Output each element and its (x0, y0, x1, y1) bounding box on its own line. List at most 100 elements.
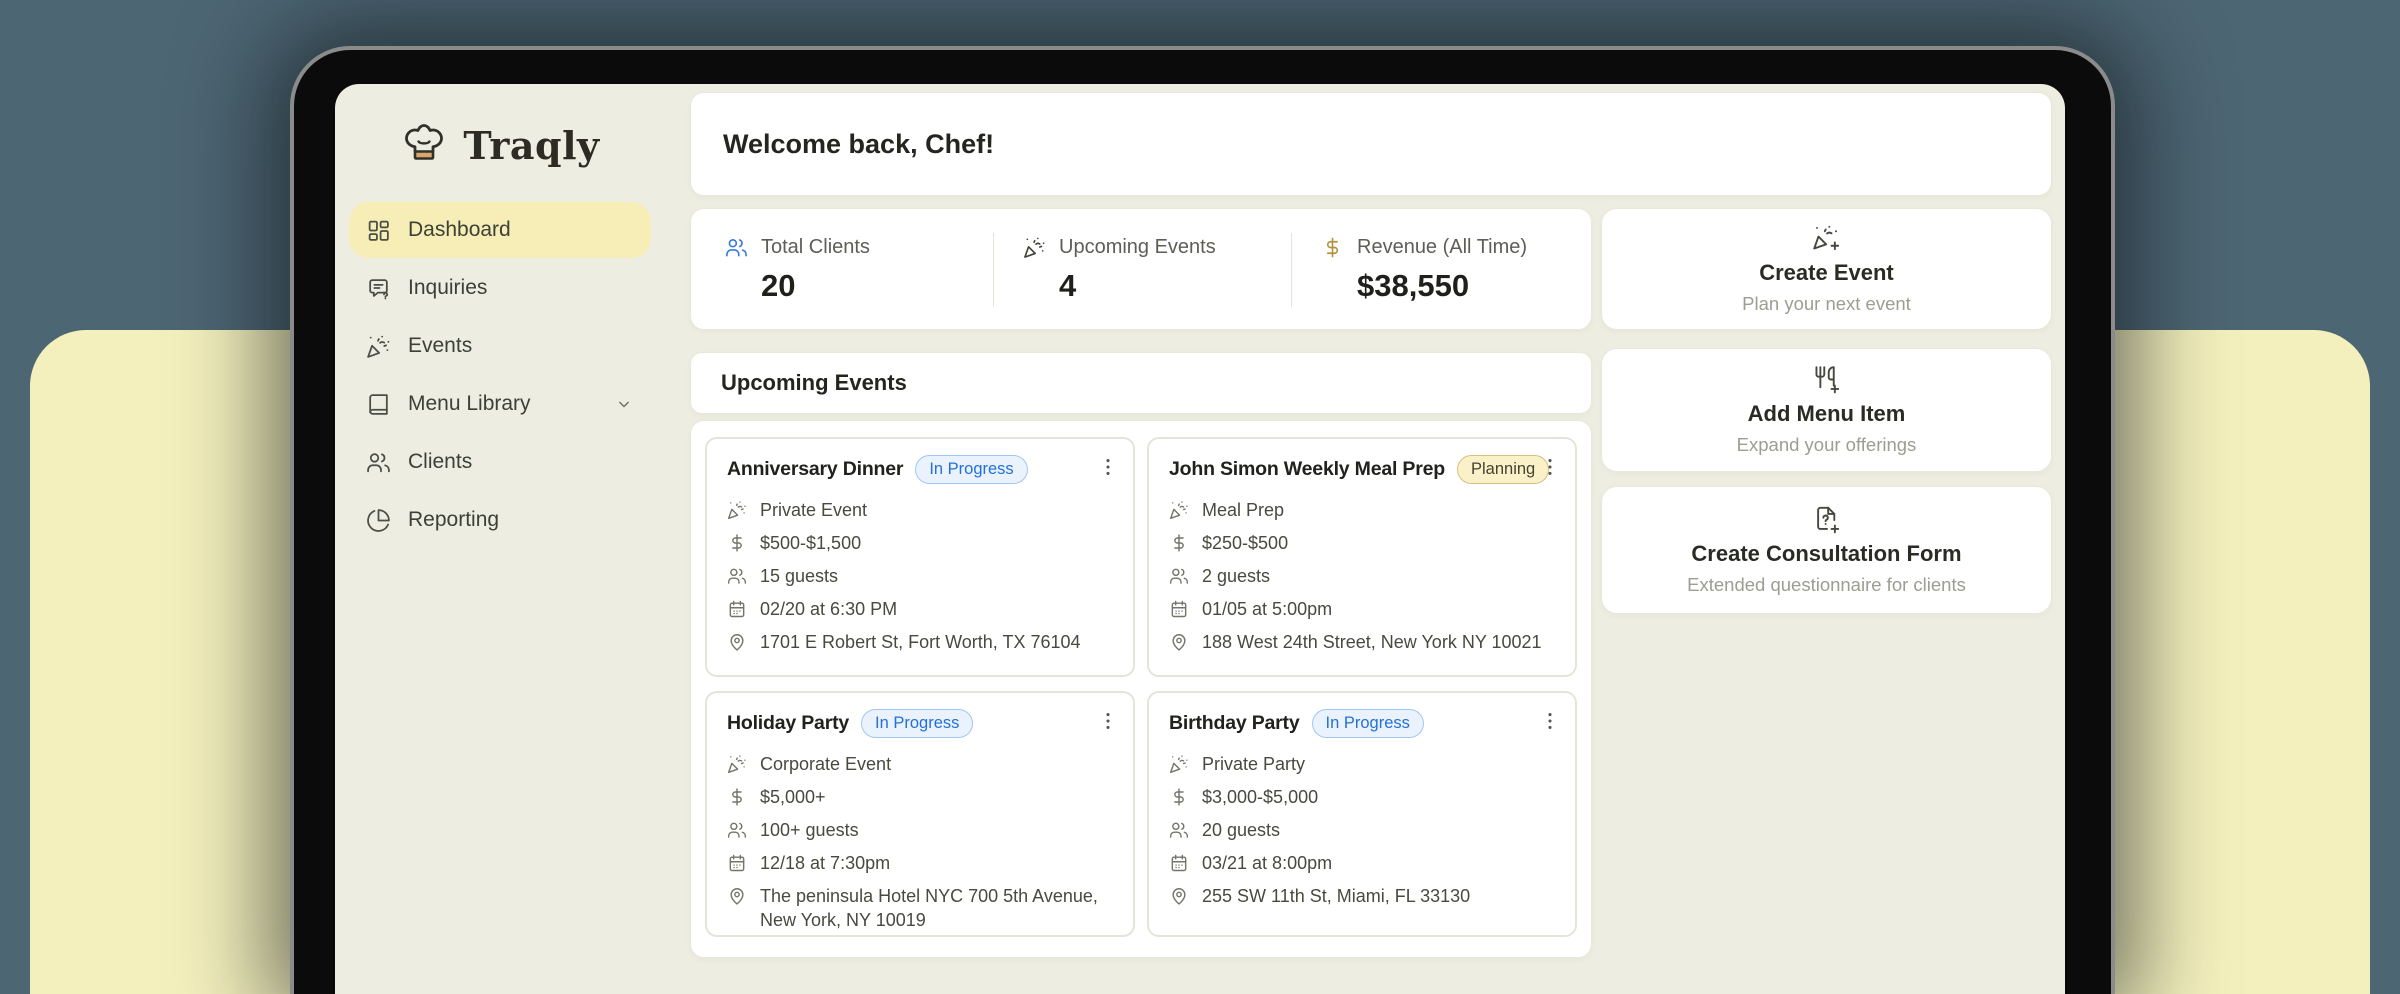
sidebar-item-label: Menu Library (408, 392, 531, 416)
calendar-icon (1169, 853, 1189, 873)
event-card-john-simon-meal-prep[interactable]: John Simon Weekly Meal Prep Planning Mea… (1147, 437, 1577, 677)
status-badge: Planning (1457, 455, 1549, 484)
sidebar-item-label: Events (408, 334, 472, 358)
event-location: 1701 E Robert St, Fort Worth, TX 76104 (760, 630, 1081, 654)
sidebar-item-label: Reporting (408, 508, 499, 532)
message-question-icon (366, 276, 391, 301)
book-icon (366, 392, 391, 417)
sidebar-item-label: Inquiries (408, 276, 487, 300)
create-consultation-form-button[interactable]: Create Consultation Form Extended questi… (1601, 486, 2052, 614)
event-card-anniversary-dinner[interactable]: Anniversary Dinner In Progress Private E… (705, 437, 1135, 677)
event-location: 188 West 24th Street, New York NY 10021 (1202, 630, 1542, 654)
party-popper-icon (727, 500, 747, 520)
stat-label: Upcoming Events (1059, 236, 1216, 259)
section-title: Upcoming Events (721, 370, 907, 396)
event-type: Private Party (1202, 752, 1305, 776)
sidebar-item-dashboard[interactable]: Dashboard (349, 202, 651, 258)
create-event-button[interactable]: Create Event Plan your next event (1601, 208, 2052, 330)
welcome-header-card: Welcome back, Chef! (690, 92, 2052, 196)
event-budget: $500-$1,500 (760, 531, 861, 555)
status-badge: In Progress (915, 455, 1027, 484)
event-guests: 20 guests (1202, 818, 1280, 842)
kebab-menu-icon[interactable] (1097, 710, 1119, 732)
stat-upcoming-events: Upcoming Events 4 (1023, 209, 1216, 329)
users-icon (1169, 566, 1189, 586)
sidebar-nav: Dashboard Inquiries Events Menu Library (349, 202, 651, 550)
party-popper-plus-icon (1812, 224, 1841, 253)
sidebar-item-clients[interactable]: Clients (349, 434, 651, 490)
sidebar-item-label: Clients (408, 450, 472, 474)
action-subtitle: Extended questionnaire for clients (1687, 574, 1966, 596)
calendar-icon (727, 599, 747, 619)
stat-value: 20 (725, 268, 870, 304)
pie-chart-icon (366, 508, 391, 533)
party-popper-icon (1169, 754, 1189, 774)
event-title: John Simon Weekly Meal Prep (1169, 458, 1445, 481)
event-location: The peninsula Hotel NYC 700 5th Avenue, … (760, 884, 1115, 932)
event-guests: 100+ guests (760, 818, 859, 842)
party-popper-icon (1169, 500, 1189, 520)
event-title: Birthday Party (1169, 712, 1300, 735)
map-pin-icon (1169, 632, 1189, 652)
event-datetime: 02/20 at 6:30 PM (760, 597, 897, 621)
users-icon (727, 820, 747, 840)
calendar-icon (727, 853, 747, 873)
dollar-sign-icon (1169, 533, 1189, 553)
kebab-menu-icon[interactable] (1539, 710, 1561, 732)
kebab-menu-icon[interactable] (1539, 456, 1561, 478)
app-logo: Traqly (335, 122, 665, 168)
app-name: Traqly (463, 123, 599, 168)
users-icon (725, 236, 748, 259)
upcoming-events-header: Upcoming Events (690, 352, 1592, 414)
file-question-plus-icon (1812, 505, 1841, 534)
app-screen: Traqly Dashboard Inquiries Events (335, 84, 2065, 994)
event-type: Private Event (760, 498, 867, 522)
event-datetime: 12/18 at 7:30pm (760, 851, 890, 875)
event-title: Anniversary Dinner (727, 458, 903, 481)
action-subtitle: Expand your offerings (1737, 434, 1917, 456)
upcoming-events-list: Anniversary Dinner In Progress Private E… (690, 420, 1592, 958)
party-popper-icon (727, 754, 747, 774)
action-subtitle: Plan your next event (1742, 293, 1911, 315)
sidebar: Traqly Dashboard Inquiries Events (335, 84, 665, 994)
stat-label: Revenue (All Time) (1357, 236, 1527, 259)
dollar-sign-icon (1169, 787, 1189, 807)
users-icon (727, 566, 747, 586)
dollar-sign-icon (1321, 236, 1344, 259)
sidebar-item-inquiries[interactable]: Inquiries (349, 260, 651, 316)
sidebar-item-events[interactable]: Events (349, 318, 651, 374)
action-title: Add Menu Item (1748, 401, 1906, 427)
chef-hat-icon (400, 122, 448, 168)
party-popper-icon (366, 334, 391, 359)
stat-label: Total Clients (761, 236, 870, 259)
event-guests: 15 guests (760, 564, 838, 588)
event-guests: 2 guests (1202, 564, 1270, 588)
status-badge: In Progress (861, 709, 973, 738)
event-card-holiday-party[interactable]: Holiday Party In Progress Corporate Even… (705, 691, 1135, 937)
party-popper-icon (1023, 236, 1046, 259)
kebab-menu-icon[interactable] (1097, 456, 1119, 478)
stat-value: $38,550 (1321, 268, 1527, 304)
event-type: Meal Prep (1202, 498, 1284, 522)
utensils-plus-icon (1812, 365, 1841, 394)
event-type: Corporate Event (760, 752, 891, 776)
page-title: Welcome back, Chef! (723, 129, 994, 160)
event-card-birthday-party[interactable]: Birthday Party In Progress Private Party… (1147, 691, 1577, 937)
map-pin-icon (1169, 886, 1189, 906)
event-datetime: 01/05 at 5:00pm (1202, 597, 1332, 621)
divider (993, 233, 994, 307)
event-budget: $250-$500 (1202, 531, 1288, 555)
sidebar-item-label: Dashboard (408, 218, 511, 242)
users-icon (1169, 820, 1189, 840)
stat-total-clients: Total Clients 20 (725, 209, 870, 329)
add-menu-item-button[interactable]: Add Menu Item Expand your offerings (1601, 348, 2052, 472)
sidebar-item-menu-library[interactable]: Menu Library (349, 376, 651, 432)
sidebar-item-reporting[interactable]: Reporting (349, 492, 651, 548)
event-datetime: 03/21 at 8:00pm (1202, 851, 1332, 875)
calendar-icon (1169, 599, 1189, 619)
map-pin-icon (727, 632, 747, 652)
layout-dashboard-icon (366, 218, 391, 243)
tablet-frame: Traqly Dashboard Inquiries Events (290, 46, 2115, 994)
map-pin-icon (727, 886, 747, 906)
chevron-down-icon[interactable] (614, 394, 634, 414)
